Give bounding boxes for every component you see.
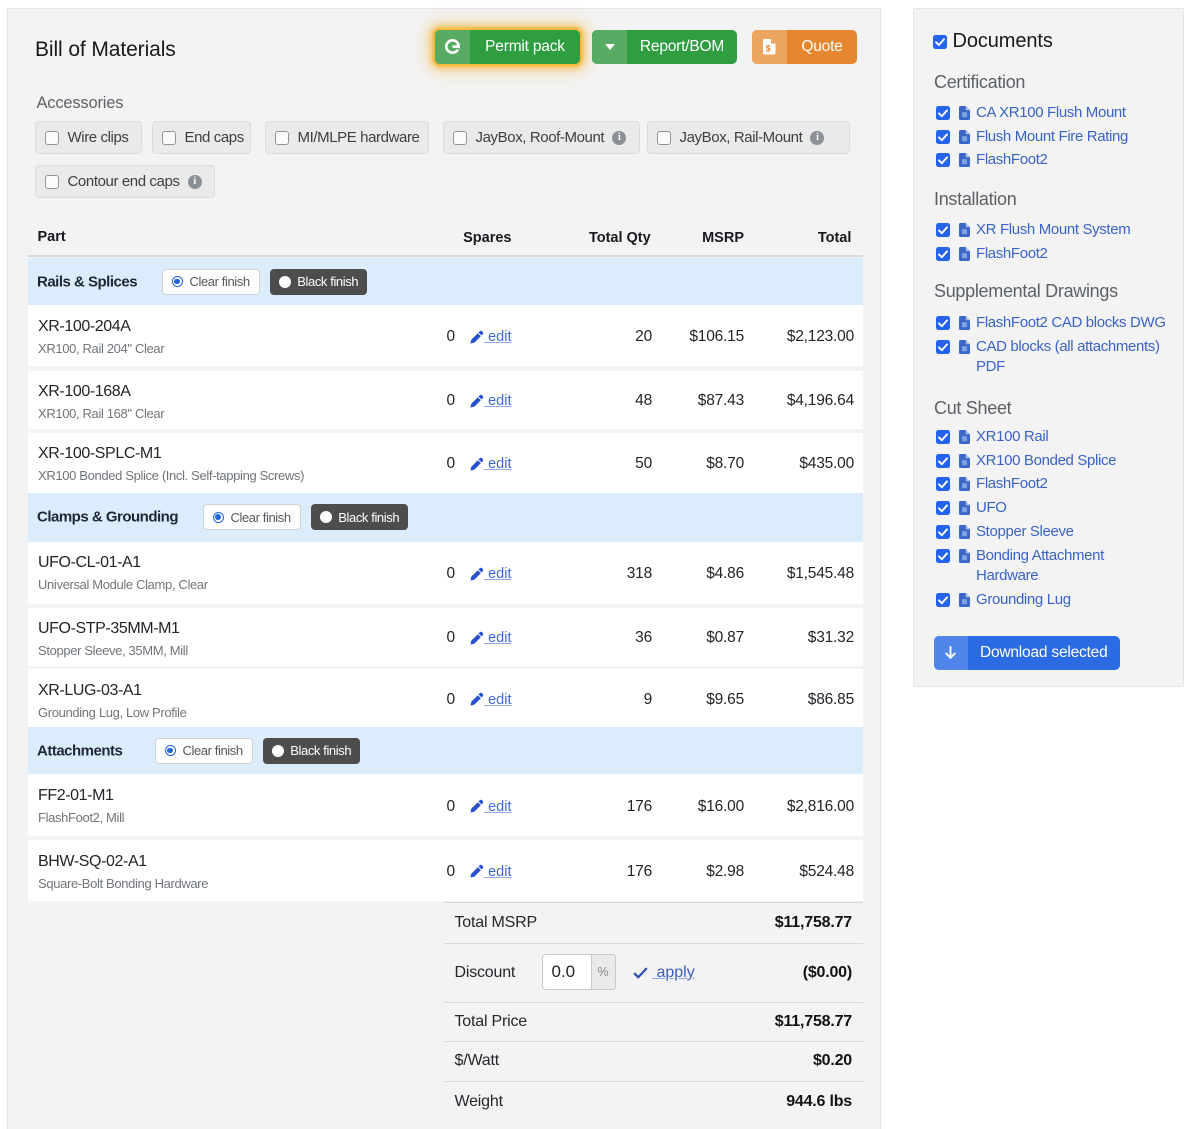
svg-text:$: $: [766, 44, 771, 54]
